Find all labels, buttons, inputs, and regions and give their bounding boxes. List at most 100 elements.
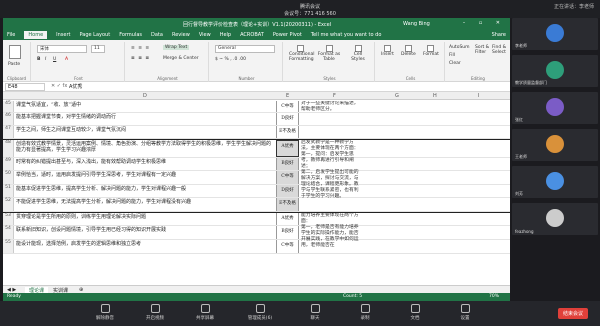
- tell-me-search[interactable]: Tell me what you want to do: [311, 32, 382, 38]
- find-select-button[interactable]: Find & Select: [492, 45, 508, 55]
- merge-center-button[interactable]: Merge & Center: [163, 56, 199, 61]
- document-button[interactable]: 文档: [400, 304, 430, 321]
- table-row[interactable]: 48 创造有效式教学情景，灵活运用案例、情境、角色扮演、分组等教学方法取得学生的…: [3, 139, 510, 158]
- cell-styles-button[interactable]: Cell Styles: [347, 45, 369, 62]
- table-row[interactable]: 51 能基本促进学生思维，提高学生分析、解决问题的能力，学生对课程兴趣一般 D良…: [3, 185, 510, 198]
- cell-d[interactable]: 创造有效式教学情景，灵活运用案例、情境、角色扮演、分组等教学方法取得学生的积极思…: [16, 141, 274, 153]
- column-header-d[interactable]: D: [143, 93, 147, 99]
- table-row[interactable]: 47 学生之间，师生之间课堂互动较少，课堂气氛沉闷 E不及格: [3, 126, 510, 139]
- fill-button[interactable]: Fill: [449, 53, 455, 58]
- align-buttons[interactable]: ≡ ≡ ≡: [131, 46, 150, 51]
- manage-members-button[interactable]: 管理成员(6): [240, 304, 280, 321]
- cell-d[interactable]: 举例恰当，适时，运用启发提问引导学生深思考，学生对课程有一定兴趣: [16, 172, 274, 178]
- delete-cells-button[interactable]: Delete: [401, 45, 416, 57]
- cell-d[interactable]: 联系新旧知识，创设问题情境，引导学生用已经习得的知识开展实践: [16, 227, 274, 233]
- cell-d[interactable]: 能基本把握课堂节奏，对学生情绪的调动而行: [16, 114, 274, 120]
- table-row[interactable]: 46 能基本把握课堂节奏，对学生情绪的调动而行 D良好: [3, 113, 510, 126]
- participant-tile[interactable]: feazhong: [512, 203, 598, 235]
- format-as-table-button[interactable]: Format as Table: [317, 45, 341, 62]
- tab-insert[interactable]: Insert: [56, 32, 70, 38]
- cell-d[interactable]: 时常有的纠错提出甚至与，深入浅出，能有效帮助调动学生积极思维: [16, 159, 274, 165]
- tab-data[interactable]: Data: [151, 32, 163, 38]
- participant-tile[interactable]: 张红: [512, 92, 598, 124]
- comment-cell-teaching-method[interactable]: 启发式教学是一种教学方法，主要体现在两个方面： 第一，提问：启发学生思考，教师再…: [301, 140, 363, 210]
- settings-button[interactable]: 设置: [450, 304, 480, 321]
- share-button[interactable]: Share: [492, 32, 506, 38]
- tab-acrobat[interactable]: ACROBAT: [240, 32, 264, 38]
- indent-buttons[interactable]: ≣ ≣ ≣: [131, 56, 150, 61]
- row-number[interactable]: 51: [3, 185, 14, 197]
- table-row[interactable]: 52 不能促进学生思维，无法提高学生分析，解决问题的能力，学生对课程没有兴趣 E…: [3, 198, 510, 212]
- cell-d[interactable]: 学生之间，师生之间课堂互动较少，课堂气氛沉闷: [16, 127, 274, 133]
- italic-button[interactable]: I: [45, 57, 46, 62]
- row-number[interactable]: 52: [3, 198, 14, 211]
- tab-page-layout[interactable]: Page Layout: [79, 32, 110, 38]
- row-number[interactable]: 48: [3, 140, 14, 157]
- clear-button[interactable]: Clear: [449, 61, 461, 66]
- cell-d[interactable]: 能设计能现，选择范例，启发学生的逻辑思维和独立思考: [16, 241, 274, 247]
- tab-file[interactable]: File: [7, 32, 15, 38]
- insert-cells-button[interactable]: Insert: [381, 45, 394, 57]
- tab-formulas[interactable]: Formulas: [119, 32, 142, 38]
- column-header-h[interactable]: H: [433, 93, 437, 99]
- column-header-e[interactable]: E: [286, 93, 289, 99]
- sheet-grid[interactable]: 45 课堂气氛适宜，“收、放”适中 C中等 46 能基本把握课堂节奏，对学生情绪…: [3, 101, 510, 285]
- cell-d[interactable]: 课堂气氛适宜，“收、放”适中: [16, 102, 274, 108]
- comment-cell-top[interactable]: 对于一些关键讨论来描述，帮助老师区分。: [301, 101, 363, 123]
- participant-tile[interactable]: 刘芳: [512, 166, 598, 198]
- table-row[interactable]: 45 课堂气氛适宜，“收、放”适中 C中等: [3, 101, 510, 113]
- row-number[interactable]: 47: [3, 126, 14, 138]
- font-size-select[interactable]: 11: [91, 45, 105, 53]
- cell-d[interactable]: 不能促进学生思维，无法提高学生分析，解决问题的能力，学生对课程没有兴趣: [16, 199, 274, 205]
- participant-tile[interactable]: 教学质量监督部门: [512, 55, 598, 87]
- name-box[interactable]: E48: [5, 83, 45, 91]
- participant-tile[interactable]: 李老师: [512, 18, 598, 50]
- excel-user[interactable]: Wang Bing: [403, 21, 430, 27]
- record-button[interactable]: 录制: [350, 304, 380, 321]
- unmute-button[interactable]: 解除静音: [90, 304, 120, 321]
- cell-e[interactable]: D良好: [276, 185, 299, 197]
- formula-input[interactable]: A优秀: [69, 83, 82, 90]
- cell-d[interactable]: 贯穿理论是学生所用的原则，训练学生用理论解决实际问题: [16, 214, 274, 220]
- row-number[interactable]: 50: [3, 171, 14, 184]
- column-header-f[interactable]: F: [333, 93, 336, 99]
- cell-e[interactable]: B良好: [276, 226, 299, 239]
- table-row[interactable]: 55 能设计能现，选择范例，启发学生的逻辑思维和独立思考 C中等: [3, 240, 510, 254]
- tab-review[interactable]: Review: [172, 32, 190, 38]
- table-row[interactable]: 50 举例恰当，适时，运用启发提问引导学生深思考，学生对课程有一定兴趣 C中等: [3, 171, 510, 185]
- cell-d[interactable]: 能基本促进学生思维，提高学生分析、解决问题的能力，学生对课程兴趣一般: [16, 186, 274, 192]
- table-row[interactable]: 53 贯穿理论是学生所用的原则，训练学生用理论解决实际问题 A优秀: [3, 212, 510, 226]
- autosum-button[interactable]: AutoSum: [449, 45, 470, 50]
- tab-view[interactable]: View: [199, 32, 211, 38]
- row-number[interactable]: 46: [3, 113, 14, 125]
- tab-home[interactable]: Home: [24, 31, 48, 39]
- cell-e[interactable]: B良好: [276, 158, 299, 170]
- bold-button[interactable]: B: [37, 57, 40, 62]
- table-row[interactable]: 49 时常有的纠错提出甚至与，深入浅出，能有效帮助调动学生积极思维 B良好: [3, 158, 510, 171]
- participant-tile[interactable]: 王老师: [512, 129, 598, 161]
- cell-e[interactable]: A优秀: [276, 213, 299, 225]
- table-row[interactable]: 54 联系新旧知识，创设问题情境，引导学生用已经习得的知识开展实践 B良好: [3, 226, 510, 240]
- column-header-g[interactable]: G: [395, 93, 399, 99]
- fx-icon[interactable]: ✕ ✓ fx: [51, 83, 67, 89]
- end-meeting-button[interactable]: 结束会议: [557, 308, 588, 319]
- window-controls[interactable]: – ▫ ✕: [463, 20, 506, 26]
- row-number[interactable]: 55: [3, 240, 14, 253]
- share-screen-button[interactable]: 共享屏幕: [190, 304, 220, 321]
- tab-help[interactable]: Help: [220, 32, 231, 38]
- cell-e[interactable]: E不及格: [276, 198, 299, 211]
- chat-button[interactable]: 聊天: [300, 304, 330, 321]
- cell-e[interactable]: C中等: [276, 240, 299, 253]
- wrap-text-button[interactable]: Wrap Text: [163, 45, 190, 50]
- underline-button[interactable]: U: [53, 57, 56, 62]
- format-cells-button[interactable]: Format: [423, 45, 439, 57]
- cell-e[interactable]: D良好: [276, 113, 299, 125]
- row-number[interactable]: 49: [3, 158, 14, 170]
- meeting-id[interactable]: 会议号：771 416 560: [250, 10, 370, 17]
- zoom-level[interactable]: 70%: [489, 294, 499, 299]
- conditional-formatting-button[interactable]: Conditional Formatting: [289, 45, 314, 62]
- row-number[interactable]: 54: [3, 226, 14, 239]
- paste-button[interactable]: [9, 45, 21, 59]
- cell-e[interactable]: C中等: [276, 101, 299, 112]
- video-button[interactable]: 开启视频: [140, 304, 170, 321]
